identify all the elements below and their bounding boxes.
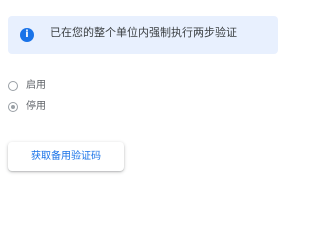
info-icon: i bbox=[20, 28, 34, 42]
radio-option-enable[interactable]: 启用 bbox=[8, 78, 46, 94]
radio-label-enable: 启用 bbox=[26, 80, 46, 91]
get-backup-codes-button[interactable]: 获取备用验证码 bbox=[8, 142, 124, 171]
two-step-verification-panel: i 已在您的整个单位内强制执行两步验证 启用 停用 获取备用验证码 bbox=[0, 0, 278, 200]
radio-button-enable[interactable] bbox=[8, 81, 18, 91]
banner-message: 已在您的整个单位内强制执行两步验证 bbox=[50, 26, 237, 39]
radio-button-disable[interactable] bbox=[8, 102, 18, 112]
radio-label-disable: 停用 bbox=[26, 101, 46, 112]
radio-option-disable[interactable]: 停用 bbox=[8, 99, 46, 115]
